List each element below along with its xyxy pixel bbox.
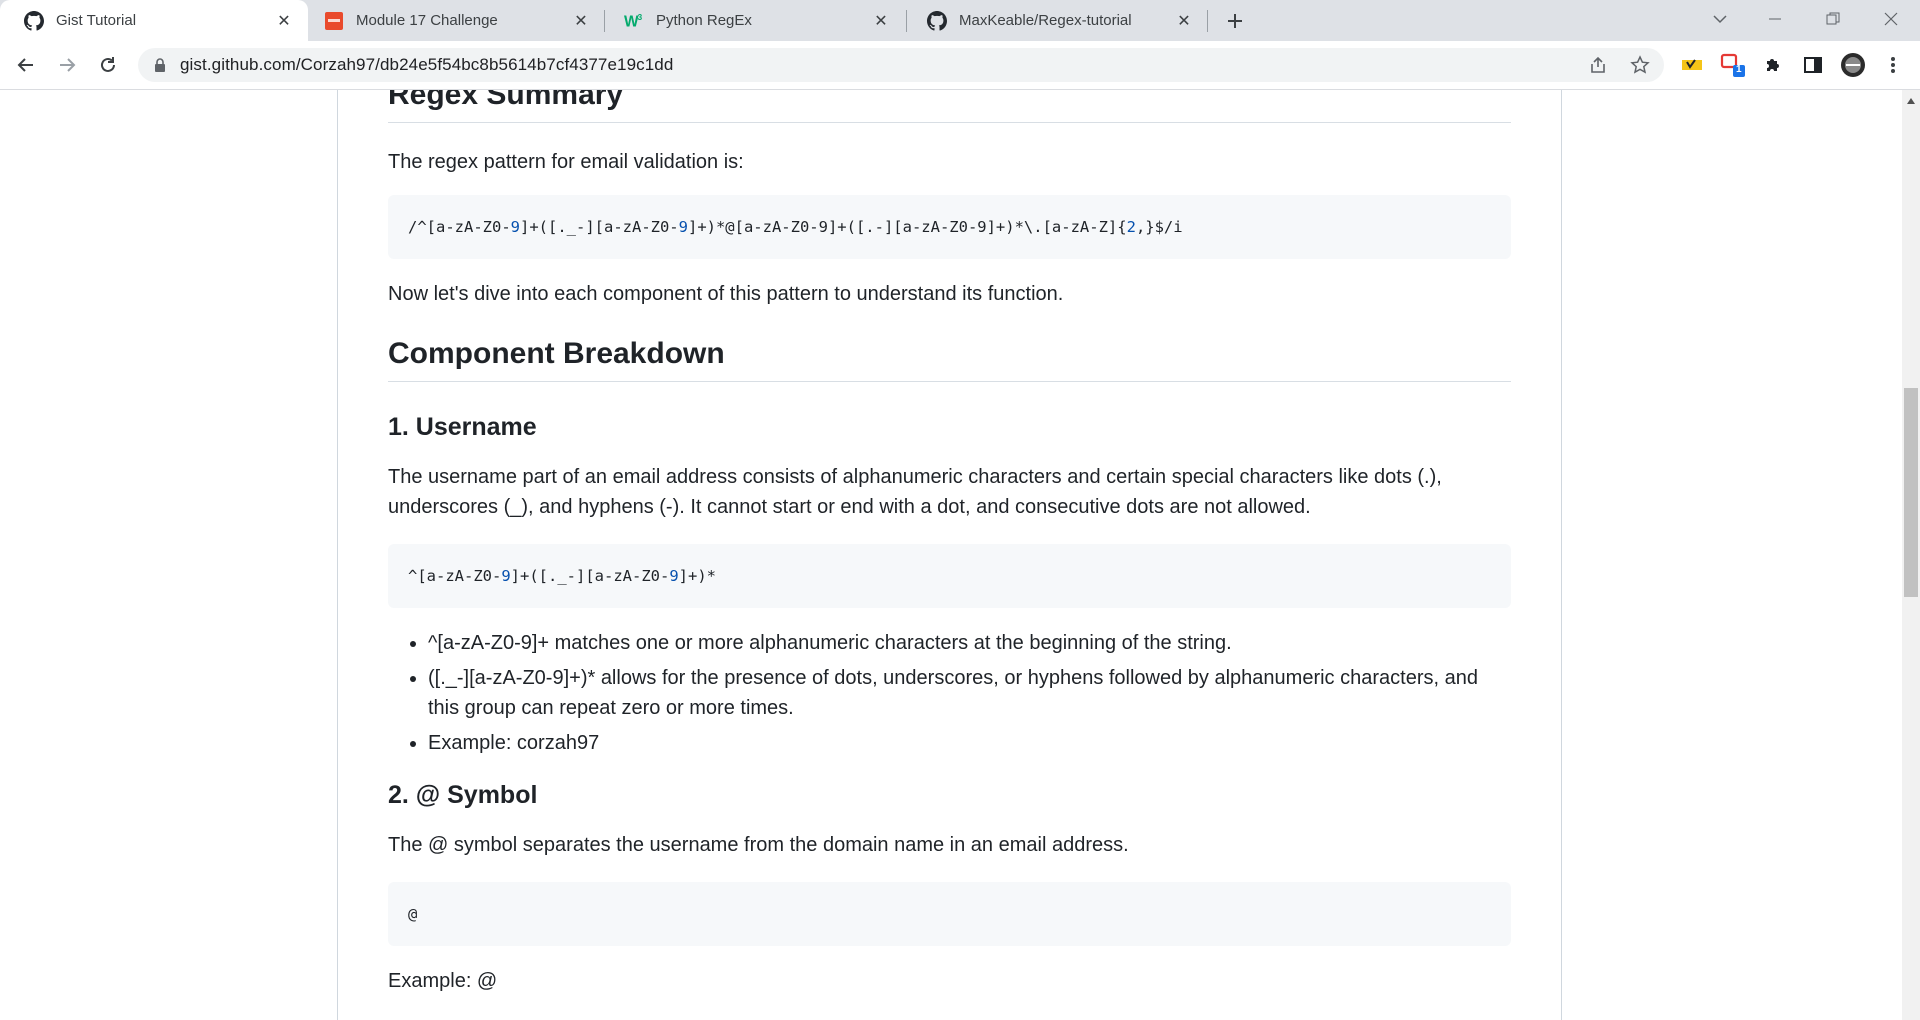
code-token: ]+([._-][a-zA-Z0- bbox=[520, 218, 679, 236]
caret-up-icon bbox=[1907, 98, 1915, 104]
share-icon bbox=[1591, 56, 1605, 73]
chevron-down-icon bbox=[1713, 15, 1727, 24]
bookmark-star-button[interactable] bbox=[1626, 51, 1654, 79]
back-button[interactable] bbox=[10, 49, 42, 81]
reload-button[interactable] bbox=[92, 49, 124, 81]
code-number-token: 9 bbox=[669, 567, 679, 585]
close-window-button[interactable] bbox=[1868, 4, 1914, 34]
code-token: ]+([._-][a-zA-Z0- bbox=[510, 567, 670, 585]
list-item: ([._-][a-zA-Z0-9]+)* allows for the pres… bbox=[428, 663, 1511, 723]
full-pattern-code-block[interactable]: /^[a-zA-Z0- 9]+([._-][a-zA-Z0- 9]+)*@[a-zA… bbox=[388, 195, 1511, 259]
share-button[interactable] bbox=[1584, 51, 1612, 79]
extension-pin-button[interactable] bbox=[1678, 51, 1706, 79]
address-bar[interactable]: gist.github.com/Corzah97/db24e5f54bc8b56… bbox=[138, 48, 1664, 82]
at-symbol-example: Example: @ bbox=[388, 970, 498, 992]
reload-icon bbox=[101, 57, 115, 72]
arrow-left-icon bbox=[17, 58, 33, 72]
gist-frame-border bbox=[337, 90, 338, 1020]
restore-icon bbox=[1826, 12, 1840, 25]
scroll-up-button[interactable] bbox=[1904, 94, 1918, 108]
tab-title: Module 17 Challenge bbox=[356, 12, 498, 29]
star-icon bbox=[1630, 55, 1650, 74]
page-viewport: Regex Summary The regex pattern for emai… bbox=[0, 90, 1920, 1020]
component-breakdown-heading: Component Breakdown bbox=[388, 336, 1511, 382]
new-tab-button[interactable] bbox=[1222, 8, 1248, 34]
code-number-token: 9 bbox=[510, 218, 520, 236]
code-token: ^[a-zA-Z0- bbox=[408, 567, 502, 585]
extension-notify-button[interactable]: 1 bbox=[1719, 51, 1747, 79]
dive-text: Now let's dive into each component of th… bbox=[388, 283, 1064, 305]
plus-icon bbox=[1228, 14, 1242, 28]
w3schools-icon: W3 bbox=[624, 11, 644, 31]
code-number-token: 2 bbox=[1126, 218, 1136, 236]
restore-button[interactable] bbox=[1810, 4, 1856, 34]
profile-button[interactable] bbox=[1839, 51, 1867, 79]
tab-separator bbox=[1207, 10, 1208, 32]
gist-frame-border bbox=[1561, 90, 1562, 1020]
username-heading: 1. Username bbox=[388, 413, 537, 441]
close-icon bbox=[1884, 12, 1898, 26]
at-symbol-description: The @ symbol separates the username from… bbox=[388, 834, 1129, 856]
extension-badge-icon bbox=[1720, 53, 1745, 77]
close-tab-icon[interactable]: ✕ bbox=[571, 11, 591, 31]
forward-button[interactable] bbox=[51, 49, 83, 81]
code-number-token: 9 bbox=[678, 218, 688, 236]
close-tab-icon[interactable]: ✕ bbox=[274, 11, 294, 31]
arrow-right-icon bbox=[60, 58, 76, 72]
gist-article: Regex Summary The regex pattern for emai… bbox=[388, 90, 1511, 996]
summary-intro-text: The regex pattern for email validation i… bbox=[388, 151, 744, 173]
canvas-icon bbox=[324, 11, 344, 31]
tab-strip: Gist Tutorial ✕ Module 17 Challenge ✕ W3… bbox=[0, 0, 1920, 41]
puzzle-icon bbox=[1767, 59, 1779, 71]
code-token: ]+)* bbox=[678, 567, 716, 585]
avatar bbox=[1841, 53, 1865, 77]
minimize-icon bbox=[1769, 18, 1781, 20]
list-item: Example: corzah97 bbox=[428, 728, 1511, 758]
extensions-button[interactable] bbox=[1759, 51, 1787, 79]
close-tab-icon[interactable]: ✕ bbox=[1174, 11, 1194, 31]
extension-badge-count: 1 bbox=[1736, 64, 1742, 75]
scrollbar-thumb[interactable] bbox=[1904, 388, 1918, 597]
menu-button[interactable] bbox=[1879, 51, 1907, 79]
browser-toolbar: gist.github.com/Corzah97/db24e5f54bc8b56… bbox=[0, 41, 1920, 90]
regex-summary-heading: Regex Summary bbox=[388, 90, 1511, 123]
code-token: /^[a-zA-Z0- bbox=[408, 218, 511, 236]
side-panel-icon bbox=[1804, 57, 1822, 73]
extension-ticket-icon bbox=[1682, 59, 1702, 70]
at-symbol-heading: 2. @ Symbol bbox=[388, 781, 538, 809]
code-token: @ bbox=[408, 905, 418, 923]
svg-text:3: 3 bbox=[638, 13, 643, 22]
github-icon bbox=[24, 10, 44, 31]
list-item: ^[a-zA-Z0-9]+ matches one or more alphan… bbox=[428, 628, 1511, 658]
tab-gist-tutorial[interactable]: Gist Tutorial ✕ bbox=[0, 0, 308, 41]
tab-title: Gist Tutorial bbox=[56, 12, 137, 29]
code-token: ,}$/i bbox=[1135, 218, 1183, 236]
tab-title: Python RegEx bbox=[656, 12, 752, 29]
tab-python-regex[interactable]: W3 Python RegEx ✕ bbox=[600, 0, 905, 41]
username-code-block[interactable]: ^[a-zA-Z0- 9]+([._-][a-zA-Z0- 9]+)* bbox=[388, 544, 1511, 608]
lock-icon bbox=[152, 57, 168, 73]
side-panel-button[interactable] bbox=[1799, 51, 1827, 79]
tab-search-button[interactable] bbox=[1697, 4, 1743, 34]
tab-maxkeable-regex-tutorial[interactable]: MaxKeable/Regex-tutorial ✕ bbox=[903, 0, 1208, 41]
tab-title: MaxKeable/Regex-tutorial bbox=[959, 12, 1132, 29]
at-symbol-code-block[interactable]: @ bbox=[388, 882, 1511, 946]
github-icon bbox=[927, 10, 947, 31]
more-vertical-icon bbox=[1891, 57, 1895, 73]
username-bullet-list: ^[a-zA-Z0-9]+ matches one or more alphan… bbox=[388, 628, 1511, 758]
code-token: ]+)*@[a-zA-Z0-9]+([.-][a-zA-Z0-9]+)*\.[a… bbox=[687, 218, 1127, 236]
code-number-token: 9 bbox=[501, 567, 511, 585]
minimize-button[interactable] bbox=[1752, 4, 1798, 34]
username-description: The username part of an email address co… bbox=[388, 466, 1442, 518]
url-text: gist.github.com/Corzah97/db24e5f54bc8b56… bbox=[180, 55, 674, 74]
close-tab-icon[interactable]: ✕ bbox=[871, 11, 891, 31]
tab-module-17-challenge[interactable]: Module 17 Challenge ✕ bbox=[300, 0, 605, 41]
